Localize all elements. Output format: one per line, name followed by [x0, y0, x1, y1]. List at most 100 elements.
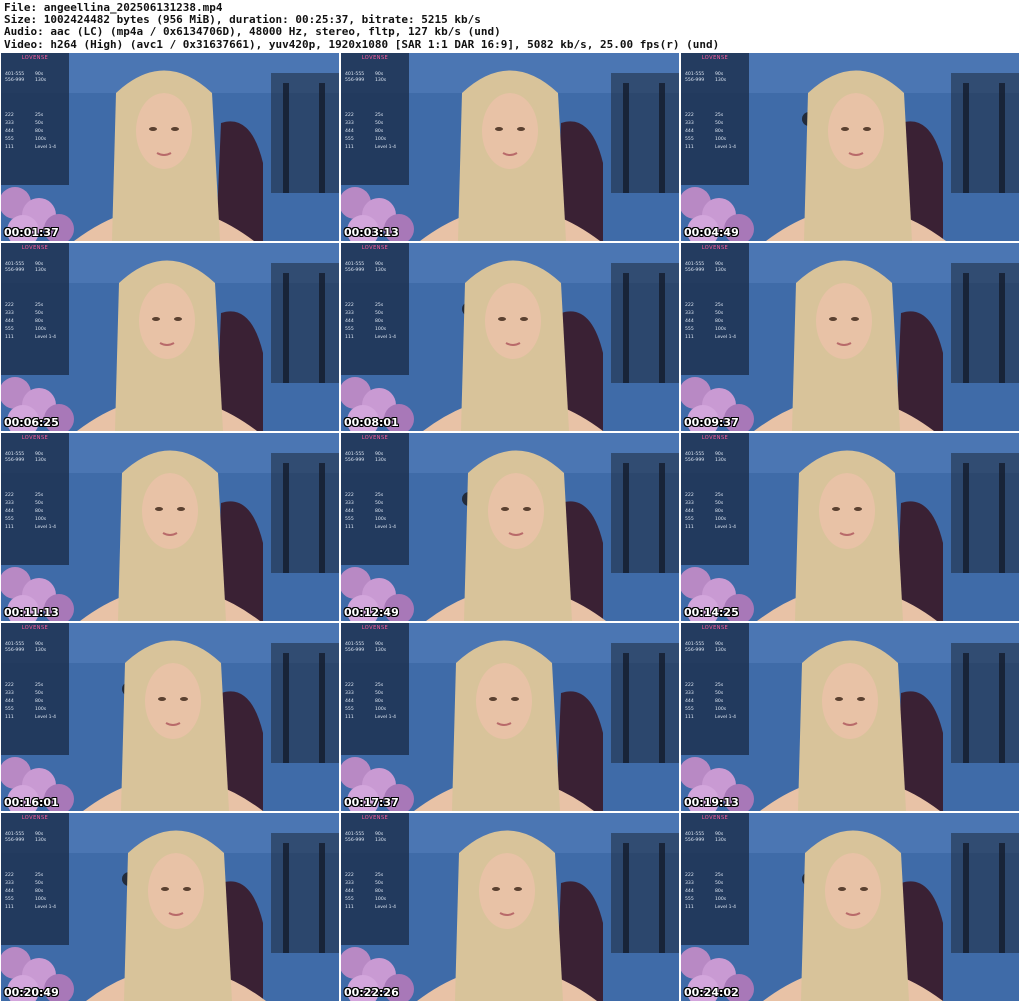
tip-range: 111 [5, 145, 14, 150]
tip-duration: Level 1-4 [715, 905, 737, 910]
tip-menu-row: 111 Level 1-4 [5, 335, 67, 341]
tip-duration: 90s [35, 452, 44, 457]
tip-range: 556-999 [5, 78, 25, 83]
tip-duration: 90s [35, 832, 44, 837]
tip-range: 556-999 [685, 648, 705, 653]
tip-range: 222 [345, 873, 354, 878]
tip-menu-row: 444 80s [685, 509, 747, 515]
tip-range: 556-999 [5, 458, 25, 463]
video-thumbnail: LOVENSE 401-555 90s 556-999 130s 222 25s 333 50s… [341, 433, 679, 621]
thumbnail-timestamp: 00:17:37 [344, 796, 399, 809]
tip-range: 401-555 [345, 452, 365, 457]
tip-duration: 90s [375, 642, 384, 647]
tip-duration: 25s [375, 113, 384, 118]
tip-menu-row: 111 Level 1-4 [685, 715, 747, 721]
tip-menu-row: 555 100s [5, 707, 67, 713]
tip-range: 222 [5, 873, 14, 878]
tip-range: 222 [685, 493, 694, 498]
video-info-line: Video: h264 (High) (avc1 / 0x31637661), … [4, 37, 720, 51]
tip-menu-row: 555 100s [345, 897, 407, 903]
tip-range: 555 [685, 897, 694, 902]
tip-duration: 130s [715, 78, 727, 83]
tip-menu-row: 555 100s [685, 137, 747, 143]
tip-range: 111 [685, 715, 694, 720]
tip-menu-overlay: LOVENSE 401-555 90s 556-999 130s 222 25s 333 50s… [341, 813, 409, 945]
tip-menu-row: 333 50s [685, 691, 747, 697]
tip-duration: 25s [375, 873, 384, 878]
video-thumbnail: LOVENSE 401-555 90s 556-999 130s 222 25s 333 50s… [1, 623, 339, 811]
tip-menu-overlay: LOVENSE 401-555 90s 556-999 130s 222 25s 333 50s… [681, 813, 749, 945]
thumbnail-timestamp: 00:11:13 [4, 606, 59, 619]
tip-range: 111 [345, 525, 354, 530]
tip-menu-row: 556-999 130s [345, 458, 407, 464]
tip-range: 556-999 [685, 268, 705, 273]
tip-menu-row: 556-999 130s [345, 648, 407, 654]
thumbnail-timestamp: 00:14:25 [684, 606, 739, 619]
video-thumbnail: LOVENSE 401-555 90s 556-999 130s 222 25s 333 50s… [1, 53, 339, 241]
tip-menu-row: 555 100s [345, 517, 407, 523]
tip-menu-row: 333 50s [5, 311, 67, 317]
tip-range: 222 [5, 683, 14, 688]
lovense-brand-label: LOVENSE [701, 245, 729, 251]
tip-menu-row: 444 80s [5, 889, 67, 895]
tip-duration: 50s [375, 501, 384, 506]
tip-menu-row: 555 100s [345, 707, 407, 713]
lovense-brand-label: LOVENSE [21, 245, 49, 251]
tip-menu-row: 222 25s [5, 113, 67, 119]
tip-menu-overlay: LOVENSE 401-555 90s 556-999 130s 222 25s 333 50s… [1, 623, 69, 755]
tip-range: 222 [345, 683, 354, 688]
tip-duration: 130s [35, 268, 47, 273]
tip-menu-row: 555 100s [345, 327, 407, 333]
tip-menu-overlay: LOVENSE 401-555 90s 556-999 130s 222 25s 333 50s… [681, 623, 749, 755]
tip-range: 556-999 [345, 268, 365, 273]
tip-duration: 50s [35, 311, 44, 316]
tip-menu-row: 111 Level 1-4 [5, 525, 67, 531]
tip-duration: 130s [715, 458, 727, 463]
tip-range: 444 [345, 509, 354, 514]
tip-range: 444 [5, 699, 14, 704]
tip-duration: 100s [35, 327, 47, 332]
tip-menu-row: 556-999 130s [5, 838, 67, 844]
tip-menu-row: 111 Level 1-4 [345, 905, 407, 911]
tip-duration: 80s [375, 129, 384, 134]
tip-menu-row: 555 100s [5, 897, 67, 903]
tip-duration: Level 1-4 [35, 715, 57, 720]
tip-menu-row: 444 80s [345, 699, 407, 705]
tip-menu-row: 333 50s [5, 501, 67, 507]
video-thumbnail: LOVENSE 401-555 90s 556-999 130s 222 25s 333 50s… [341, 623, 679, 811]
tip-menu-row: 556-999 130s [5, 648, 67, 654]
tip-menu-row: 111 Level 1-4 [345, 715, 407, 721]
tip-menu-row: 333 50s [685, 311, 747, 317]
tip-duration: 130s [35, 838, 47, 843]
tip-range: 556-999 [685, 458, 705, 463]
video-thumbnail: LOVENSE 401-555 90s 556-999 130s 222 25s 333 50s… [341, 53, 679, 241]
tip-duration: 25s [375, 683, 384, 688]
video-thumbnail: LOVENSE 401-555 90s 556-999 130s 222 25s 333 50s… [681, 813, 1019, 1001]
tip-range: 444 [685, 699, 694, 704]
tip-duration: 100s [35, 517, 47, 522]
tip-range: 111 [345, 715, 354, 720]
tip-menu-row: 444 80s [345, 129, 407, 135]
tip-range: 222 [685, 303, 694, 308]
tip-range: 556-999 [345, 458, 365, 463]
tip-duration: 130s [375, 648, 387, 653]
tip-duration: Level 1-4 [375, 715, 397, 720]
video-thumbnail: LOVENSE 401-555 90s 556-999 130s 222 25s 333 50s… [681, 243, 1019, 431]
tip-menu-row: 556-999 130s [685, 268, 747, 274]
tip-range: 222 [685, 113, 694, 118]
tip-menu-row: 444 80s [345, 509, 407, 515]
tip-duration: 90s [375, 72, 384, 77]
tip-range: 401-555 [685, 832, 705, 837]
tip-menu-overlay: LOVENSE 401-555 90s 556-999 130s 222 25s 333 50s… [341, 433, 409, 565]
tip-duration: 25s [35, 493, 44, 498]
tip-duration: 80s [35, 509, 44, 514]
tip-duration: 50s [715, 121, 724, 126]
tip-range: 111 [5, 715, 14, 720]
tip-duration: 80s [375, 889, 384, 894]
thumbnail-timestamp: 00:20:49 [4, 986, 59, 999]
tip-range: 556-999 [685, 78, 705, 83]
lovense-brand-label: LOVENSE [701, 815, 729, 821]
tip-duration: 50s [715, 311, 724, 316]
video-thumbnail: LOVENSE 401-555 90s 556-999 130s 222 25s 333 50s… [681, 623, 1019, 811]
tip-duration: 130s [715, 838, 727, 843]
